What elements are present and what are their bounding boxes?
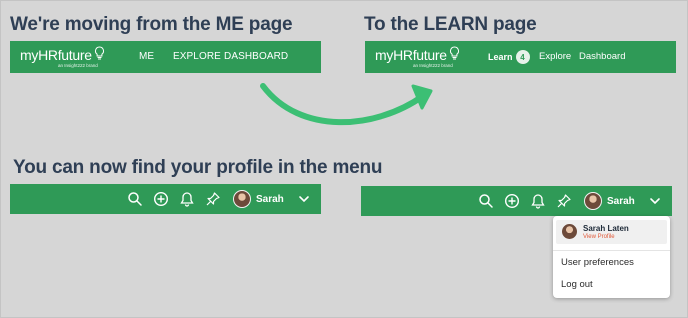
- user-menu-dropdown: Sarah Laten View Profile User preference…: [553, 216, 670, 298]
- plus-circle-icon[interactable]: [153, 191, 169, 207]
- nav-explore[interactable]: Explore: [539, 41, 571, 73]
- menu-item-user-preferences[interactable]: User preferences: [561, 257, 634, 268]
- heading-to: To the LEARN page: [364, 14, 537, 35]
- user-bar-closed: Sarah: [10, 184, 321, 214]
- lightbulb-icon: [449, 46, 459, 60]
- search-icon[interactable]: [478, 193, 494, 209]
- menu-item-log-out[interactable]: Log out: [561, 279, 593, 290]
- pin-icon[interactable]: [556, 193, 572, 209]
- nav-learn[interactable]: Learn 4: [488, 41, 530, 73]
- avatar[interactable]: [233, 190, 251, 208]
- new-nav-bar: myHRfuture an Insight222 brand Learn 4 E…: [365, 41, 676, 73]
- bell-icon[interactable]: [530, 193, 546, 209]
- chevron-down-icon[interactable]: [296, 191, 312, 207]
- bell-icon[interactable]: [179, 191, 195, 207]
- chevron-down-icon[interactable]: [647, 193, 663, 209]
- view-profile-link[interactable]: View Profile: [583, 234, 615, 240]
- search-icon[interactable]: [127, 191, 143, 207]
- user-name[interactable]: Sarah: [256, 184, 284, 216]
- logo[interactable]: myHRfuture an Insight222 brand: [20, 46, 105, 68]
- nav-explore[interactable]: EXPLORE: [173, 41, 221, 73]
- user-name[interactable]: Sarah: [607, 186, 635, 218]
- menu-divider: [553, 250, 670, 251]
- heading-profile: You can now find your profile in the men…: [13, 157, 383, 178]
- transition-arrow: [260, 83, 433, 126]
- learn-count-badge: 4: [515, 50, 530, 64]
- profile-card[interactable]: Sarah Laten View Profile: [556, 220, 667, 244]
- logo[interactable]: myHRfuture an Insight222 brand: [375, 46, 460, 68]
- profile-name: Sarah Laten: [583, 224, 629, 233]
- pin-icon[interactable]: [205, 191, 221, 207]
- plus-circle-icon[interactable]: [504, 193, 520, 209]
- nav-dashboard[interactable]: Dashboard: [579, 41, 625, 73]
- avatar[interactable]: [584, 192, 602, 210]
- nav-learn-label: Learn: [488, 52, 513, 62]
- user-bar-open: Sarah: [361, 186, 672, 216]
- old-nav-bar: myHRfuture an Insight222 brand ME EXPLOR…: [10, 41, 321, 73]
- heading-from: We're moving from the ME page: [10, 14, 293, 35]
- nav-me[interactable]: ME: [139, 41, 154, 73]
- avatar: [562, 224, 577, 239]
- nav-dashboard[interactable]: DASHBOARD: [224, 41, 288, 73]
- lightbulb-icon: [94, 46, 104, 60]
